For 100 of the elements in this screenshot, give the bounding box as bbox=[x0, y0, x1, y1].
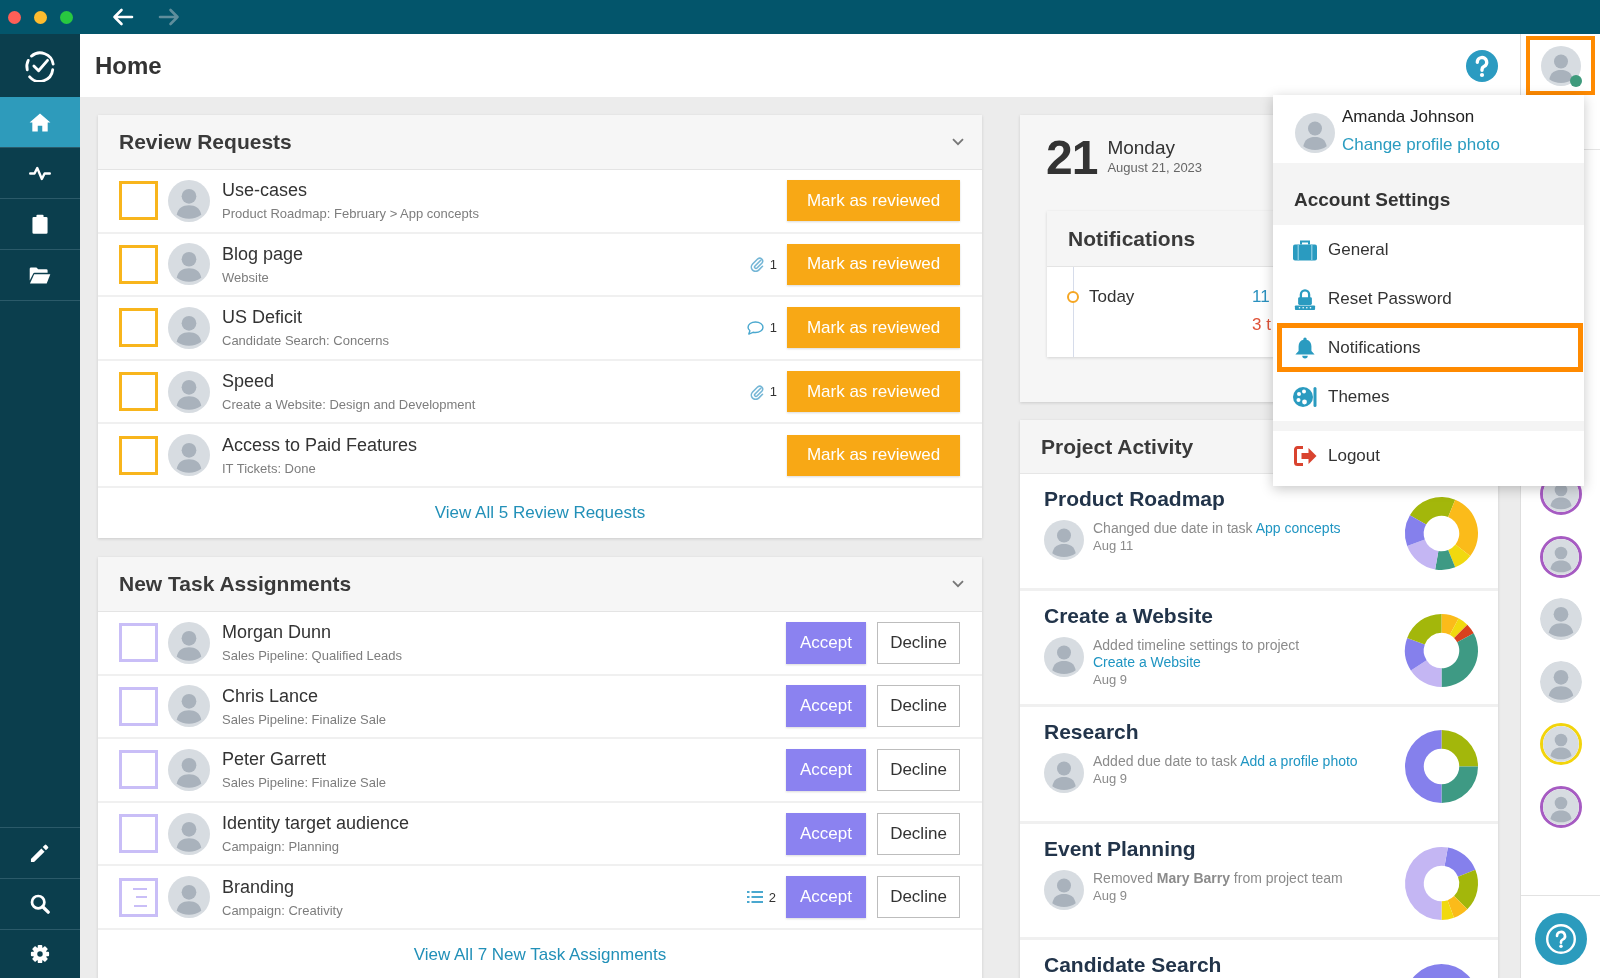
checkbox[interactable] bbox=[119, 686, 158, 726]
decline-button[interactable]: Decline bbox=[877, 748, 960, 791]
request-title: Speed bbox=[222, 370, 276, 393]
checkbox[interactable] bbox=[119, 435, 158, 475]
maximize-window-icon[interactable] bbox=[60, 10, 73, 24]
menu-section-header: Account Settings bbox=[1273, 163, 1584, 225]
activity-date: Aug 9 bbox=[1093, 770, 1128, 788]
request-title: Use-cases bbox=[222, 179, 309, 202]
checkbox[interactable] bbox=[119, 372, 158, 412]
user-avatar bbox=[168, 685, 210, 728]
list-icon bbox=[746, 891, 763, 904]
user-avatar bbox=[1540, 45, 1581, 86]
help-button[interactable] bbox=[1534, 913, 1587, 965]
task-title: Morgan Dunn bbox=[222, 621, 333, 644]
bell-icon bbox=[1293, 336, 1317, 359]
activity-link[interactable]: Add a profile photo bbox=[1240, 753, 1358, 770]
weekday-label: Monday bbox=[1107, 137, 1176, 159]
menu-item[interactable]: Reset Password bbox=[1277, 274, 1583, 323]
request-subtitle: IT Tickets: Done bbox=[222, 460, 317, 477]
activity-link[interactable]: Create a Website bbox=[1093, 653, 1201, 670]
menu-item[interactable]: General bbox=[1277, 225, 1583, 274]
accept-button[interactable]: Accept bbox=[786, 621, 866, 664]
change-photo-link[interactable]: Change profile photo bbox=[1342, 133, 1500, 157]
activity-date: Aug 9 bbox=[1093, 670, 1128, 688]
mark-reviewed-button[interactable]: Mark as reviewed bbox=[787, 307, 960, 349]
decline-button[interactable]: Decline bbox=[877, 876, 960, 919]
paperclip-icon bbox=[749, 383, 764, 400]
request-title: Blog page bbox=[222, 242, 305, 265]
checkbox[interactable] bbox=[119, 244, 158, 284]
logo-icon[interactable] bbox=[24, 49, 56, 82]
mark-reviewed-button[interactable]: Mark as reviewed bbox=[787, 371, 960, 413]
count-label: 1 bbox=[769, 256, 777, 272]
accept-button[interactable]: Accept bbox=[786, 876, 866, 919]
user-avatar bbox=[1044, 869, 1084, 910]
user-avatar bbox=[168, 876, 210, 919]
palette-icon bbox=[1293, 385, 1317, 408]
mark-reviewed-button[interactable]: Mark as reviewed bbox=[787, 243, 960, 285]
panel-title: Project Activity bbox=[1041, 434, 1194, 459]
decline-button[interactable]: Decline bbox=[877, 812, 960, 855]
project-title[interactable]: Research bbox=[1044, 719, 1365, 746]
view-all-link[interactable]: View All 7 New Task Assignments bbox=[413, 944, 667, 965]
accept-button[interactable]: Accept bbox=[786, 685, 866, 728]
minimize-window-icon[interactable] bbox=[34, 10, 47, 24]
count-label: 1 bbox=[769, 384, 777, 400]
activity-description: Changed due date in task App concepts bbox=[1093, 520, 1342, 537]
checkbox[interactable] bbox=[119, 814, 158, 854]
menu-item[interactable]: Notifications bbox=[1277, 323, 1583, 372]
accept-button[interactable]: Accept bbox=[786, 748, 866, 791]
decline-button[interactable]: Decline bbox=[877, 685, 960, 728]
pulse-icon bbox=[29, 165, 51, 181]
user-avatar bbox=[1295, 113, 1335, 153]
team-member-avatar[interactable] bbox=[1539, 660, 1582, 703]
project-title[interactable]: Candidate Search bbox=[1044, 952, 1222, 978]
user-avatar bbox=[168, 621, 210, 664]
speech-bubble-icon bbox=[746, 321, 764, 335]
timeline-dot-icon bbox=[1067, 291, 1079, 303]
task-title: Branding bbox=[222, 875, 296, 898]
notification-count[interactable]: 11 bbox=[1252, 283, 1271, 311]
checkbox[interactable] bbox=[119, 308, 158, 348]
user-avatar bbox=[168, 243, 210, 286]
project-title[interactable]: Event Planning bbox=[1044, 835, 1365, 862]
help-icon bbox=[1545, 924, 1576, 954]
activity-date: Aug 9 bbox=[1093, 886, 1128, 904]
help-button[interactable] bbox=[1466, 49, 1498, 82]
chevron-down-icon[interactable] bbox=[952, 579, 964, 588]
mark-reviewed-button[interactable]: Mark as reviewed bbox=[787, 434, 960, 476]
team-member-avatar[interactable] bbox=[1539, 535, 1582, 578]
view-all-link[interactable]: View All 5 Review Requests bbox=[434, 502, 646, 523]
menu-item[interactable]: Themes bbox=[1277, 372, 1583, 421]
decline-button[interactable]: Decline bbox=[877, 621, 960, 664]
project-title[interactable]: Product Roadmap bbox=[1044, 486, 1365, 512]
checkbox[interactable] bbox=[119, 750, 158, 790]
team-member-avatar[interactable] bbox=[1539, 598, 1582, 640]
checkbox[interactable] bbox=[119, 181, 158, 221]
project-title[interactable]: Create a Website bbox=[1044, 602, 1365, 629]
panel-title: New Task Assignments bbox=[119, 571, 352, 596]
request-title: Access to Paid Features bbox=[222, 433, 419, 456]
notifications-title: Notifications bbox=[1068, 226, 1196, 251]
close-window-icon[interactable] bbox=[8, 10, 21, 24]
profile-button[interactable] bbox=[1526, 36, 1595, 95]
activity-description: Added due date to task Add a profile photo bbox=[1093, 753, 1359, 771]
request-subtitle: Candidate Search: Concerns bbox=[222, 333, 390, 350]
activity-date: Aug 11 bbox=[1093, 537, 1135, 554]
activity-link[interactable]: App concepts bbox=[1255, 520, 1341, 536]
checkbox[interactable] bbox=[119, 623, 158, 663]
user-avatar bbox=[1044, 636, 1084, 677]
user-avatar bbox=[168, 434, 210, 477]
chevron-down-icon[interactable] bbox=[952, 138, 964, 146]
page-title: Home bbox=[95, 51, 162, 80]
briefcase-icon bbox=[1293, 238, 1317, 261]
mark-reviewed-button[interactable]: Mark as reviewed bbox=[787, 180, 960, 222]
accept-button[interactable]: Accept bbox=[786, 812, 866, 855]
logout-menu-item[interactable]: Logout bbox=[1277, 431, 1583, 480]
task-title: Identity target audience bbox=[222, 812, 411, 835]
checklist-icon[interactable] bbox=[119, 877, 158, 917]
team-member-avatar[interactable] bbox=[1539, 785, 1582, 828]
left-arrow-icon bbox=[112, 8, 134, 26]
pencil-icon bbox=[30, 843, 50, 863]
notification-detail: 3 t bbox=[1252, 314, 1271, 336]
request-subtitle: Website bbox=[222, 269, 270, 286]
